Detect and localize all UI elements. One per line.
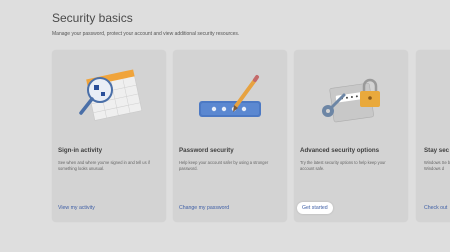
card-title: Advanced security options: [300, 147, 380, 154]
key-padlock-icon: [294, 50, 408, 134]
card-sign-in-activity: Sign-in activity See when and where you'…: [52, 50, 166, 222]
get-started-link[interactable]: Get started: [297, 202, 333, 214]
security-basics-page: Security basics Manage your password, pr…: [0, 0, 450, 252]
view-my-activity-link[interactable]: View my activity: [58, 205, 95, 211]
card-stay-secure: Stay sec Windows Se built-in pro Windows…: [416, 50, 450, 222]
check-out-link[interactable]: Check out: [424, 205, 447, 211]
card-description: Try the latest security options to help …: [300, 160, 386, 171]
page-title: Security basics: [52, 11, 133, 25]
card-advanced-security-options: Advanced security options Try the latest…: [294, 50, 408, 222]
card-description: See when and where you've signed in and …: [58, 160, 150, 171]
change-my-password-link[interactable]: Change my password: [179, 205, 229, 211]
calendar-magnifier-icon: [52, 50, 166, 134]
card-description: Help keep your account safer by using a …: [179, 160, 269, 171]
card-description: Windows Se built-in pro Windows d: [424, 160, 450, 171]
card-title: Password security: [179, 147, 234, 154]
password-field-pencil-icon: [173, 50, 287, 134]
monitor-icon: [416, 50, 450, 134]
card-password-security: Password security Help keep your account…: [173, 50, 287, 222]
card-title: Stay sec: [424, 147, 450, 154]
card-title: Sign-in activity: [58, 147, 103, 154]
page-subtitle: Manage your password, protect your accou…: [52, 31, 240, 37]
